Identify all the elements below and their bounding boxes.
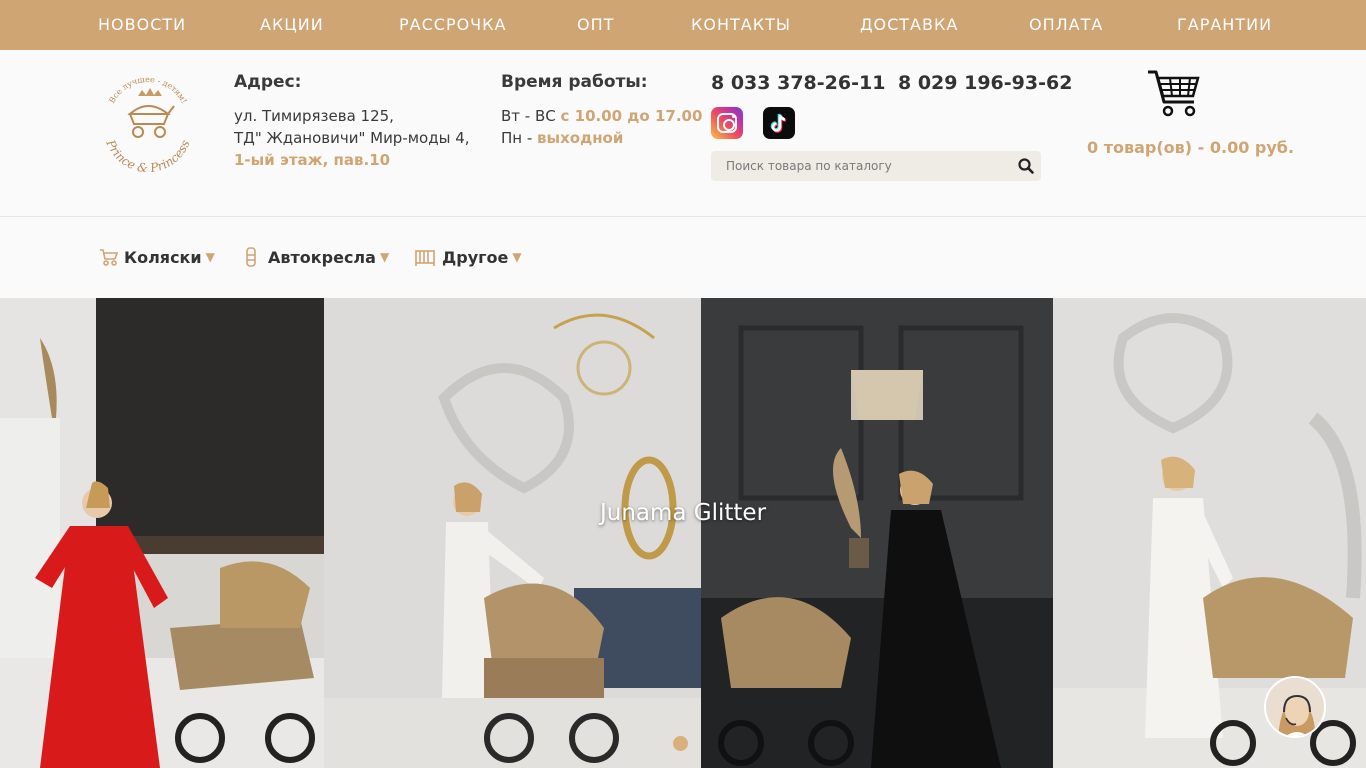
address-line-3: 1-ый этаж, пав.10 (234, 151, 391, 169)
logo[interactable]: Все лучшее - детям! Prince & Princess (96, 68, 200, 172)
nav-link-promotions[interactable]: АКЦИИ (260, 14, 324, 36)
instagram-icon[interactable] (711, 107, 743, 139)
category-car-seats-label: Автокресла (268, 247, 376, 267)
cart-summary[interactable]: 0 товар(ов) - 0.00 руб. (1087, 138, 1294, 157)
address-line-1: ул. Тимирязева 125, (234, 107, 394, 125)
stroller-icon (100, 249, 119, 266)
hours-row-2-value: выходной (537, 129, 624, 147)
category-other-label: Другое (442, 247, 509, 267)
car-seat-icon (246, 247, 256, 267)
category-car-seats[interactable]: Автокресла ▼ (240, 245, 389, 269)
slide-caption: Junama Glitter (599, 500, 767, 526)
hours-title: Время работы: (501, 72, 648, 92)
slider-dot-active[interactable] (673, 736, 688, 751)
address-title: Адрес: (234, 72, 302, 92)
hero-photo-3 (701, 298, 1053, 768)
hours-row-1: Вт - ВС с 10.00 до 17.00 (501, 105, 702, 127)
search-icon[interactable] (1017, 157, 1035, 175)
nav-link-news[interactable]: НОВОСТИ (98, 14, 186, 36)
hours-row-1-label: Вт - ВС (501, 107, 561, 125)
hero-photo-1 (0, 298, 324, 768)
logo-slogan: Все лучшее - детям! (107, 75, 188, 105)
category-other[interactable]: Другое ▼ (414, 245, 522, 269)
hours-row-2: Пн - выходной (501, 127, 623, 149)
tiktok-icon[interactable] (763, 107, 795, 139)
category-strollers-label: Коляски (124, 247, 202, 267)
phone-2[interactable]: 8 029 196-93-62 (898, 72, 1072, 94)
nav-link-delivery[interactable]: ДОСТАВКА (860, 14, 958, 36)
crib-icon (415, 250, 435, 266)
chevron-down-icon: ▼ (205, 250, 215, 264)
site-header: Все лучшее - детям! Prince & Princess Ад… (0, 50, 1366, 217)
search-input[interactable] (711, 151, 1011, 181)
phone-1[interactable]: 8 033 378-26-11 (711, 72, 885, 94)
address-line-2: ТД" Ждановичи" Мир-моды 4, (234, 129, 470, 147)
hero-photo-2 (324, 298, 701, 768)
hours-row-1-value: с 10.00 до 17.00 (560, 107, 703, 125)
chat-widget[interactable] (1264, 676, 1326, 738)
nav-link-installments[interactable]: РАССРОЧКА (399, 14, 506, 36)
category-nav: Коляски ▼ Автокресла ▼ Другое ▼ (0, 217, 1366, 298)
chevron-down-icon: ▼ (512, 250, 522, 264)
hero-slider[interactable]: Junama Glitter (0, 298, 1366, 768)
cart-icon[interactable] (1146, 68, 1202, 120)
hours-row-2-label: Пн - (501, 129, 538, 147)
top-nav: НОВОСТИ АКЦИИ РАССРОЧКА ОПТ КОНТАКТЫ ДОС… (0, 0, 1366, 50)
logo-brand: Prince & Princess (103, 137, 193, 172)
category-strollers[interactable]: Коляски ▼ (98, 245, 215, 269)
chevron-down-icon: ▼ (379, 250, 390, 264)
search-bar (711, 151, 1041, 181)
nav-link-warranty[interactable]: ГАРАНТИИ (1177, 14, 1272, 36)
nav-link-contacts[interactable]: КОНТАКТЫ (691, 14, 791, 36)
nav-link-payment[interactable]: ОПЛАТА (1029, 14, 1103, 36)
nav-link-wholesale[interactable]: ОПТ (577, 14, 614, 36)
